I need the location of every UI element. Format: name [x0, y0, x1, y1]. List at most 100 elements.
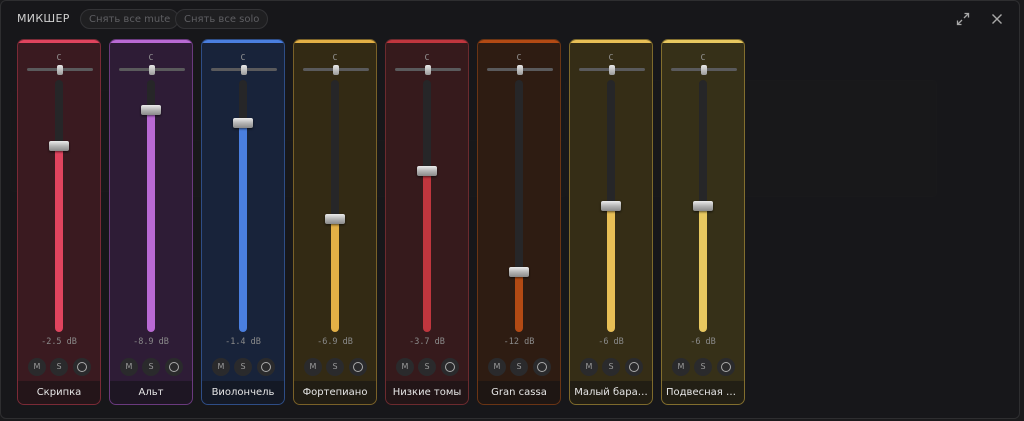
channel-name: Скрипка — [36, 387, 82, 398]
db-readout: -1.4 dB — [225, 337, 261, 347]
pan-label: C — [516, 53, 522, 62]
mixer-title: МИКШЕР — [17, 12, 70, 25]
fader-knob[interactable] — [233, 118, 253, 128]
channel-name: Gran cassa — [491, 387, 547, 398]
channel-color-bar — [294, 40, 376, 43]
fader-knob[interactable] — [509, 267, 529, 277]
pan-knob[interactable] — [333, 65, 339, 75]
channel-strip: C -6.9 dB M S Фортепиано — [293, 39, 377, 405]
record-icon — [261, 362, 271, 372]
mixer-header: МИКШЕР Снять все mute Снять все solo — [1, 1, 1021, 39]
unmute-all-button[interactable]: Снять все mute — [80, 9, 180, 29]
pan-knob[interactable] — [149, 65, 155, 75]
channel-strip: C -3.7 dB M S Низкие томы — [385, 39, 469, 405]
mute-button[interactable]: M — [120, 358, 138, 376]
solo-button[interactable]: S — [694, 358, 712, 376]
pan-knob[interactable] — [241, 65, 247, 75]
channel-color-bar — [18, 40, 100, 43]
record-icon — [169, 362, 179, 372]
pan-knob[interactable] — [609, 65, 615, 75]
channel-color-bar — [478, 40, 560, 43]
pan-label: C — [148, 53, 154, 62]
record-icon — [77, 362, 87, 372]
channel-strip: C -6 dB M S Подвесная т… — [661, 39, 745, 405]
solo-button[interactable]: S — [418, 358, 436, 376]
record-button[interactable] — [257, 358, 275, 376]
channel-strip: C -1.4 dB M S Виолончель — [201, 39, 285, 405]
channel-name: Низкие томы — [392, 387, 462, 398]
pan-knob[interactable] — [57, 65, 63, 75]
mute-button[interactable]: M — [580, 358, 598, 376]
db-readout: -3.7 dB — [409, 337, 445, 347]
channel-strip: C -8.9 dB M S Альт — [109, 39, 193, 405]
record-icon — [445, 362, 455, 372]
mute-button[interactable]: M — [304, 358, 322, 376]
channel-strip: C -2.5 dB M S Скрипка — [17, 39, 101, 405]
record-button[interactable] — [625, 358, 643, 376]
channel-color-bar — [110, 40, 192, 43]
db-readout: -12 dB — [503, 337, 535, 347]
db-readout: -6.9 dB — [317, 337, 353, 347]
mute-button[interactable]: M — [672, 358, 690, 376]
volume-level — [331, 219, 339, 332]
volume-level — [55, 146, 63, 332]
fader-knob[interactable] — [693, 201, 713, 211]
db-readout: -8.9 dB — [133, 337, 169, 347]
record-button[interactable] — [717, 358, 735, 376]
fader-knob[interactable] — [141, 105, 161, 115]
channel-color-bar — [662, 40, 744, 43]
channel-color-bar — [570, 40, 652, 43]
channel-name: Виолончель — [211, 387, 275, 398]
mute-button[interactable]: M — [488, 358, 506, 376]
volume-level — [239, 123, 247, 332]
mixer-panel: МИКШЕР Снять все mute Снять все solo C -2… — [0, 0, 1020, 419]
record-icon — [721, 362, 731, 372]
record-button[interactable] — [533, 358, 551, 376]
channel-name: Малый бара… — [574, 387, 648, 398]
pan-label: C — [700, 53, 706, 62]
pan-knob[interactable] — [517, 65, 523, 75]
volume-level — [515, 272, 523, 332]
record-button[interactable] — [441, 358, 459, 376]
solo-button[interactable]: S — [510, 358, 528, 376]
expand-icon[interactable] — [955, 11, 971, 27]
pan-knob[interactable] — [701, 65, 707, 75]
record-button[interactable] — [165, 358, 183, 376]
volume-level — [423, 171, 431, 332]
pan-label: C — [608, 53, 614, 62]
solo-button[interactable]: S — [326, 358, 344, 376]
solo-button[interactable]: S — [50, 358, 68, 376]
solo-button[interactable]: S — [142, 358, 160, 376]
pan-label: C — [56, 53, 62, 62]
solo-button[interactable]: S — [602, 358, 620, 376]
record-button[interactable] — [73, 358, 91, 376]
record-button[interactable] — [349, 358, 367, 376]
pan-knob[interactable] — [425, 65, 431, 75]
fader-knob[interactable] — [601, 201, 621, 211]
db-readout: -2.5 dB — [41, 337, 77, 347]
channel-name: Подвесная т… — [666, 387, 742, 398]
mute-button[interactable]: M — [28, 358, 46, 376]
volume-level — [699, 206, 707, 332]
close-icon[interactable] — [989, 11, 1005, 27]
record-icon — [629, 362, 639, 372]
mute-button[interactable]: M — [212, 358, 230, 376]
db-readout: -6 dB — [690, 337, 716, 347]
record-icon — [537, 362, 547, 372]
channel-name: Фортепиано — [302, 387, 368, 398]
fader-knob[interactable] — [417, 166, 437, 176]
channel-strip: C -6 dB M S Малый бара… — [569, 39, 653, 405]
fader-knob[interactable] — [49, 141, 69, 151]
fader-knob[interactable] — [325, 214, 345, 224]
channel-name: Альт — [138, 387, 164, 398]
solo-button[interactable]: S — [234, 358, 252, 376]
volume-level — [147, 110, 155, 332]
unsolo-all-button[interactable]: Снять все solo — [175, 9, 269, 29]
pan-label: C — [332, 53, 338, 62]
volume-level — [607, 206, 615, 332]
pan-label: C — [424, 53, 430, 62]
channel-color-bar — [386, 40, 468, 43]
mute-button[interactable]: M — [396, 358, 414, 376]
channel-color-bar — [202, 40, 284, 43]
pan-label: C — [240, 53, 246, 62]
